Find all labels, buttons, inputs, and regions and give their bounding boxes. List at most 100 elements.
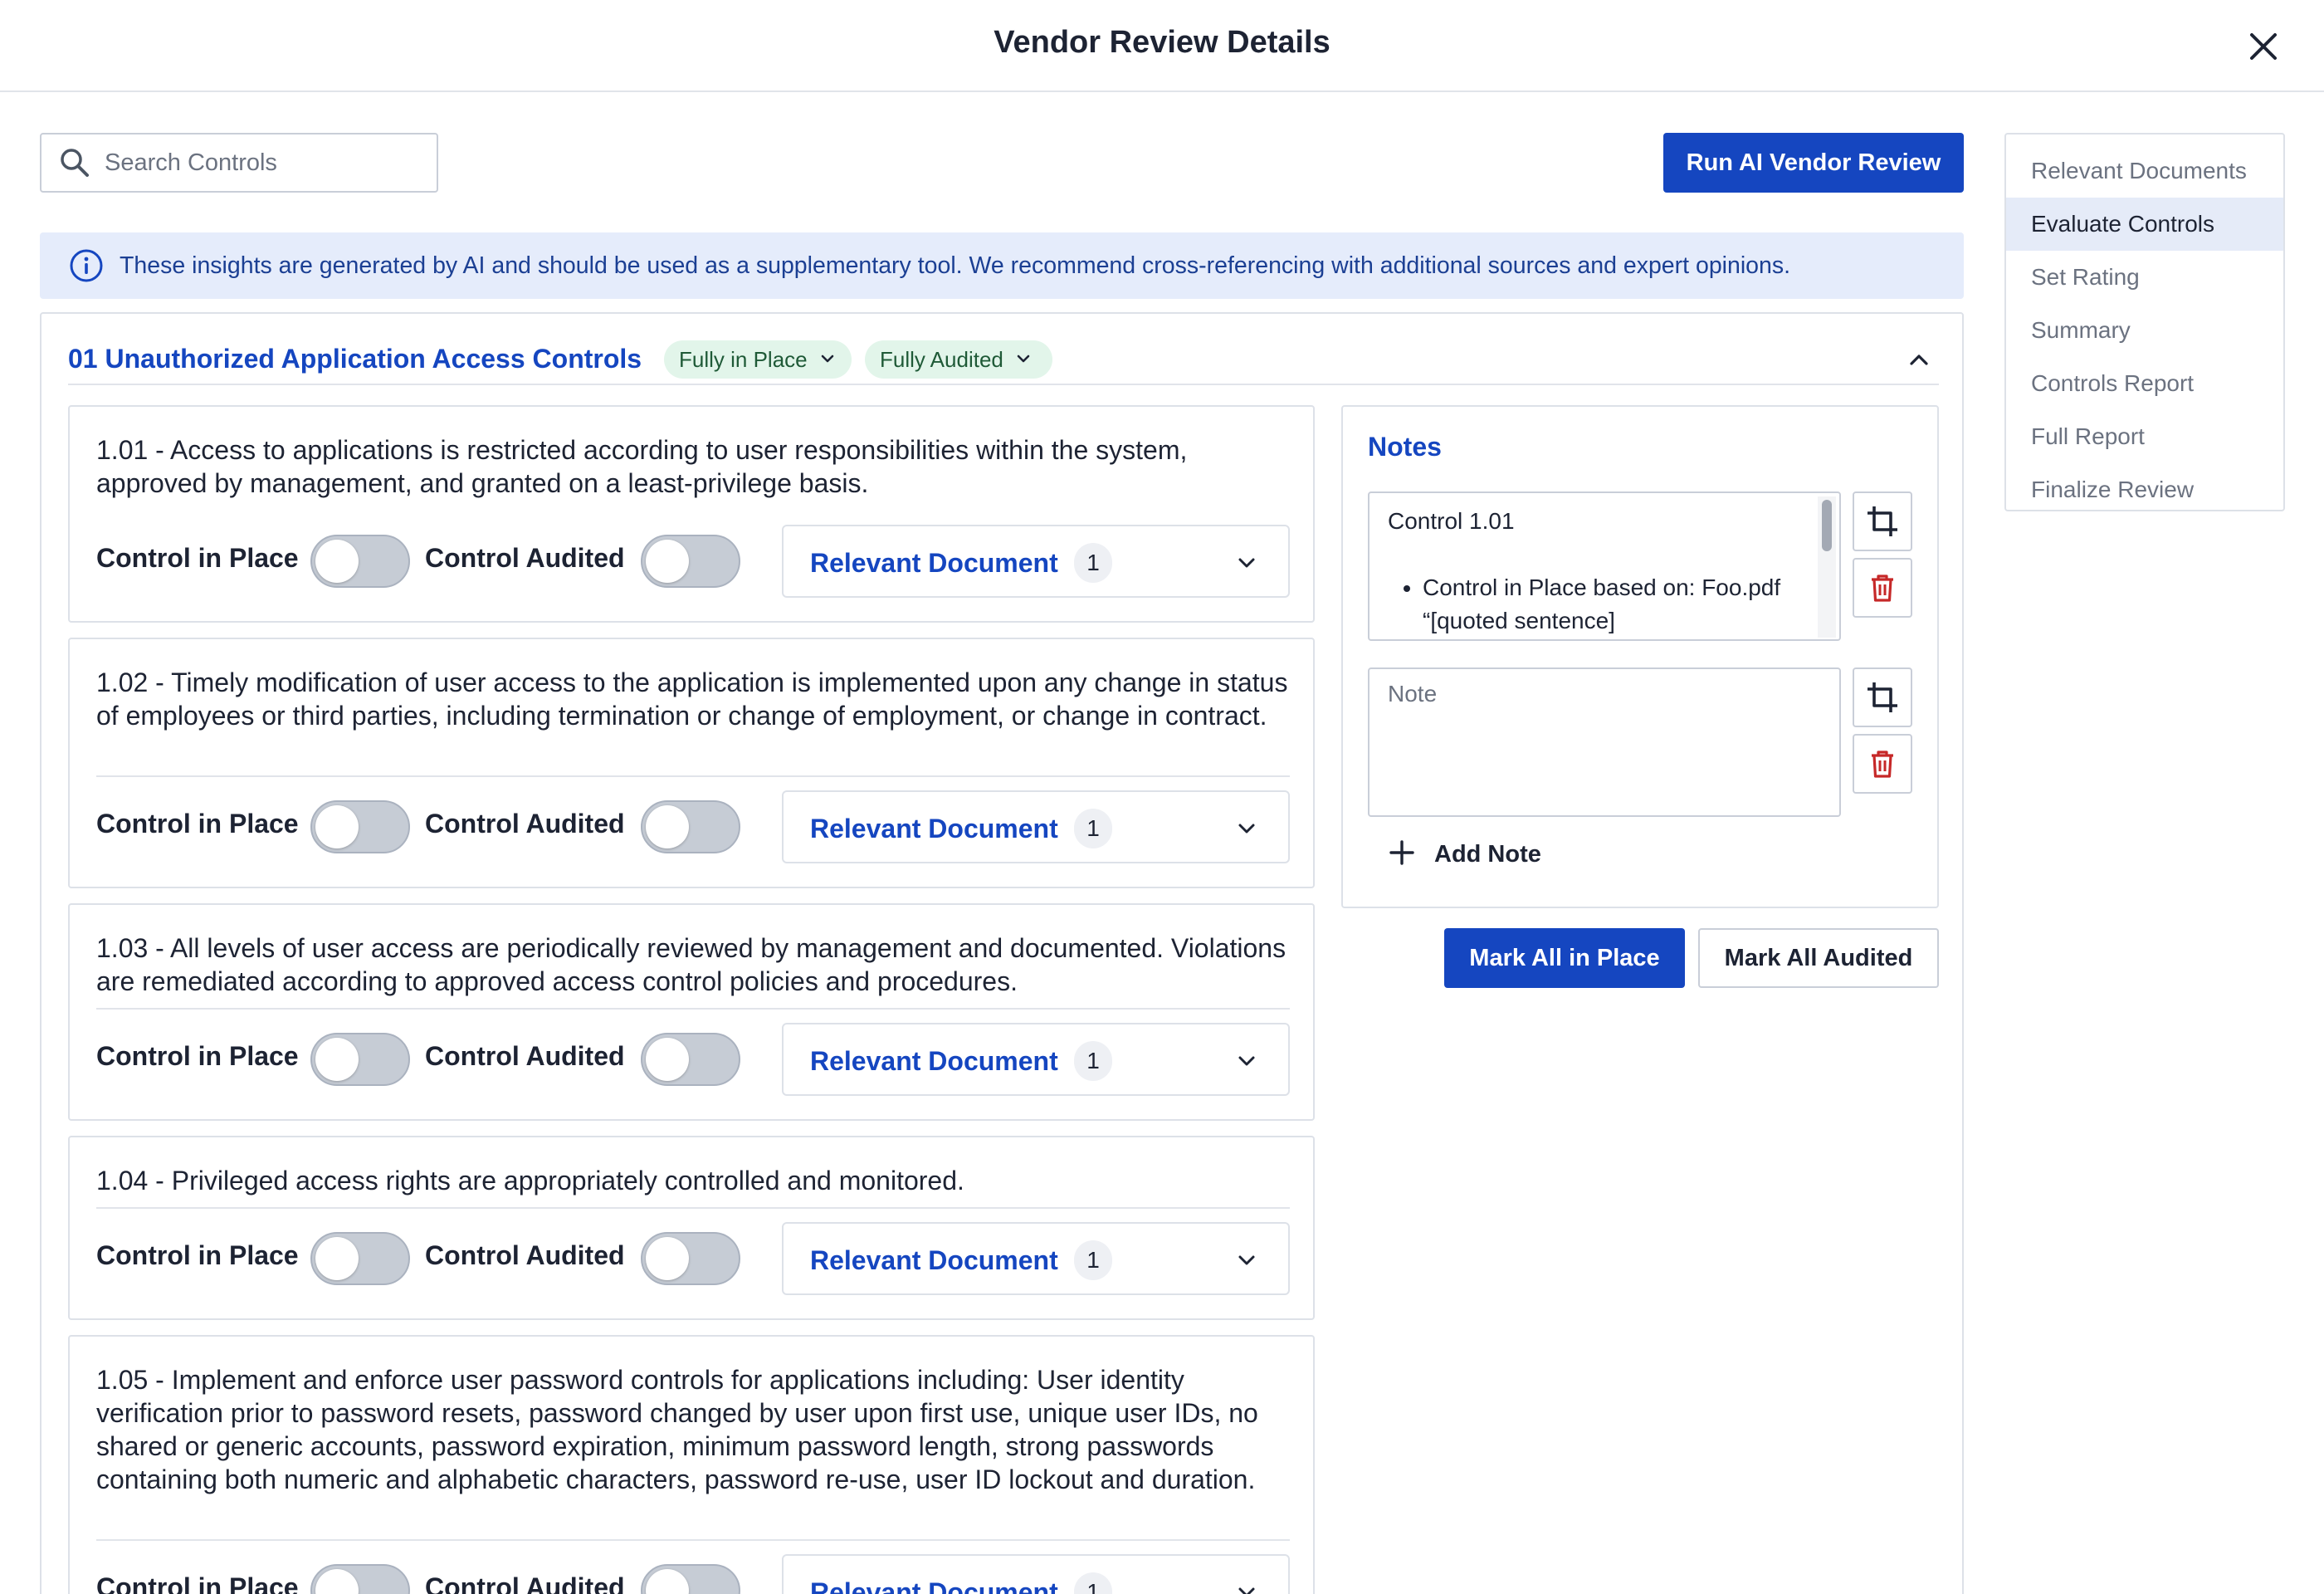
control-audited-label: Control Audited — [425, 1240, 625, 1270]
search-box — [40, 133, 438, 193]
section-header: 01 Unauthorized Application Access Contr… — [68, 339, 1939, 385]
document-count-badge: 1 — [1074, 543, 1112, 583]
nav-item-set-rating[interactable]: Set Rating — [2006, 251, 2283, 304]
section-title[interactable]: 01 Unauthorized Application Access Contr… — [68, 344, 642, 374]
relevant-document-label: Relevant Document — [810, 814, 1058, 843]
nav-item-summary[interactable]: Summary — [2006, 304, 2283, 357]
control-row: Control in Place Control Audited Relevan… — [96, 525, 1290, 598]
control-in-place-toggle[interactable] — [310, 535, 410, 588]
control-audited-toggle[interactable] — [641, 535, 740, 588]
control-card: 1.01 - Access to applications is restric… — [68, 405, 1315, 623]
relevant-document-dropdown[interactable]: Relevant Document 1 — [782, 1222, 1290, 1295]
trash-icon[interactable] — [1853, 558, 1912, 618]
notes-title: Notes — [1368, 432, 1442, 462]
relevant-document-dropdown[interactable]: Relevant Document 1 — [782, 525, 1290, 598]
relevant-document-label: Relevant Document — [810, 1577, 1058, 1594]
control-in-place-toggle[interactable] — [310, 800, 410, 853]
add-note-button[interactable]: Add Note — [1388, 839, 1541, 871]
control-audited-toggle[interactable] — [641, 800, 740, 853]
document-count-badge: 1 — [1074, 1240, 1112, 1280]
nav-item-relevant-documents[interactable]: Relevant Documents — [2006, 144, 2283, 198]
trash-icon[interactable] — [1853, 734, 1912, 794]
control-row: Control in Place Control Audited Relevan… — [96, 790, 1290, 863]
control-audited-toggle[interactable] — [641, 1033, 740, 1086]
mark-all-audited-button[interactable]: Mark All Audited — [1698, 928, 1939, 988]
nav-item-evaluate-controls[interactable]: Evaluate Controls — [2006, 198, 2283, 251]
modal-title: Vendor Review Details — [994, 25, 1330, 60]
relevant-document-dropdown[interactable]: Relevant Document 1 — [782, 1554, 1290, 1594]
relevant-document-label: Relevant Document — [810, 1245, 1058, 1275]
nav-item-finalize-review[interactable]: Finalize Review — [2006, 463, 2283, 516]
control-in-place-label: Control in Place — [96, 1240, 299, 1270]
document-count-badge: 1 — [1074, 1041, 1112, 1081]
control-description: 1.02 - Timely modification of user acces… — [96, 667, 1288, 731]
search-icon — [55, 143, 95, 183]
control-row: Control in Place Control Audited Relevan… — [96, 1023, 1290, 1096]
in-place-status-badge[interactable]: Fully in Place — [664, 340, 852, 379]
relevant-document-label: Relevant Document — [810, 548, 1058, 578]
note-bullet: Control in Place based on: Foo.pdf “[quo… — [1423, 571, 1803, 638]
control-audited-label: Control Audited — [425, 543, 625, 573]
control-in-place-label: Control in Place — [96, 809, 299, 839]
chevron-down-icon — [1230, 1244, 1263, 1277]
control-card: 1.04 - Privileged access rights are appr… — [68, 1136, 1315, 1320]
banner-text: These insights are generated by AI and s… — [120, 252, 1791, 279]
control-description: 1.01 - Access to applications is restric… — [96, 435, 1188, 498]
control-group-section: 01 Unauthorized Application Access Contr… — [40, 312, 1964, 1594]
control-card: 1.03 - All levels of user access are per… — [68, 903, 1315, 1121]
crop-icon[interactable] — [1853, 667, 1912, 727]
control-audited-toggle[interactable] — [641, 1232, 740, 1285]
chevron-down-icon — [1230, 546, 1263, 579]
control-description: 1.05 - Implement and enforce user passwo… — [96, 1365, 1258, 1494]
control-in-place-toggle[interactable] — [310, 1033, 410, 1086]
control-description: 1.04 - Privileged access rights are appr… — [96, 1166, 964, 1196]
search-input[interactable] — [105, 149, 420, 177]
control-row: Control in Place Control Audited Relevan… — [96, 1222, 1290, 1295]
control-in-place-label: Control in Place — [96, 543, 299, 573]
run-ai-vendor-review-button[interactable]: Run AI Vendor Review — [1663, 133, 1964, 193]
nav-item-controls-report[interactable]: Controls Report — [2006, 357, 2283, 410]
relevant-document-label: Relevant Document — [810, 1046, 1058, 1076]
note-placeholder: Note — [1388, 681, 1438, 707]
info-icon — [68, 247, 105, 284]
control-row: Control in Place Control Audited Relevan… — [96, 1554, 1290, 1594]
note-heading: Control 1.01 — [1388, 508, 1515, 534]
notes-panel: Notes Control 1.01 Control in Place base… — [1341, 405, 1939, 908]
in-place-status-label: Fully in Place — [679, 346, 808, 372]
note-textarea[interactable]: Control 1.01 Control in Place based on: … — [1368, 491, 1841, 641]
ai-info-banner: These insights are generated by AI and s… — [40, 232, 1964, 299]
chevron-down-icon — [1230, 812, 1263, 845]
control-in-place-label: Control in Place — [96, 1572, 299, 1594]
chevron-down-icon — [1230, 1576, 1263, 1594]
control-in-place-toggle[interactable] — [310, 1564, 410, 1594]
note-scrollbar[interactable] — [1818, 496, 1836, 638]
relevant-document-dropdown[interactable]: Relevant Document 1 — [782, 1023, 1290, 1096]
audited-status-label: Fully Audited — [880, 346, 1003, 372]
plus-icon — [1388, 839, 1416, 871]
relevant-document-dropdown[interactable]: Relevant Document 1 — [782, 790, 1290, 863]
note-content: Control 1.01 Control in Place based on: … — [1388, 505, 1803, 638]
audited-status-badge[interactable]: Fully Audited — [865, 340, 1052, 379]
chevron-down-icon — [1015, 347, 1032, 373]
side-nav: Relevant Documents Evaluate Controls Set… — [2004, 133, 2285, 511]
control-audited-label: Control Audited — [425, 1572, 625, 1594]
control-audited-label: Control Audited — [425, 1041, 625, 1071]
chevron-up-icon[interactable] — [1902, 344, 1936, 377]
document-count-badge: 1 — [1074, 809, 1112, 848]
nav-item-full-report[interactable]: Full Report — [2006, 410, 2283, 463]
chevron-down-icon — [1230, 1044, 1263, 1078]
note-textarea[interactable]: Note — [1368, 667, 1841, 817]
mark-all-in-place-button[interactable]: Mark All in Place — [1444, 928, 1685, 988]
close-icon[interactable] — [2243, 27, 2283, 66]
control-in-place-label: Control in Place — [96, 1041, 299, 1071]
control-card: 1.02 - Timely modification of user acces… — [68, 638, 1315, 888]
modal-header: Vendor Review Details — [0, 0, 2324, 92]
control-audited-label: Control Audited — [425, 809, 625, 839]
control-audited-toggle[interactable] — [641, 1564, 740, 1594]
chevron-down-icon — [819, 347, 836, 373]
document-count-badge: 1 — [1074, 1572, 1112, 1594]
add-note-label: Add Note — [1434, 841, 1541, 868]
control-in-place-toggle[interactable] — [310, 1232, 410, 1285]
control-card: 1.05 - Implement and enforce user passwo… — [68, 1335, 1315, 1594]
crop-icon[interactable] — [1853, 491, 1912, 551]
